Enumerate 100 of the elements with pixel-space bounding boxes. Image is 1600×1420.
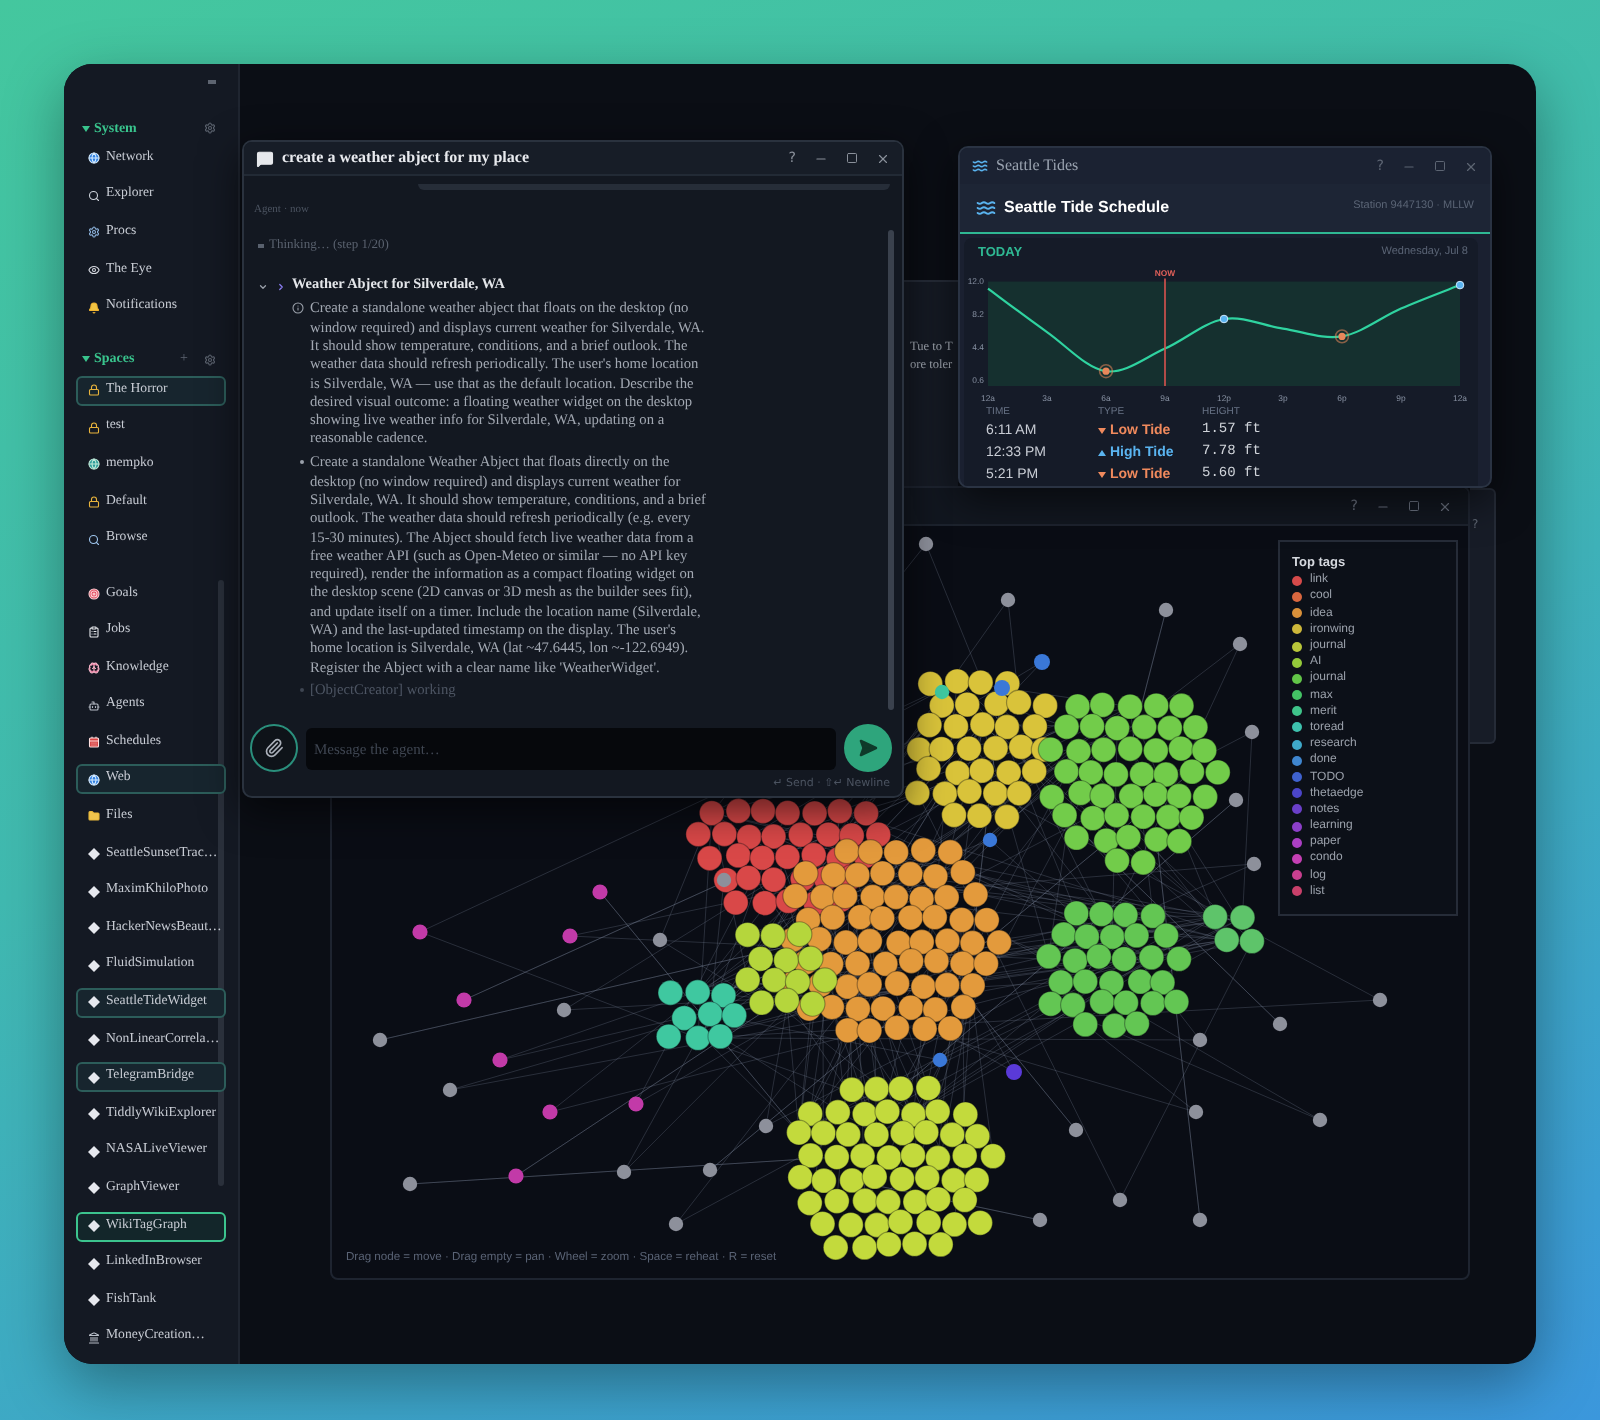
diamond-icon bbox=[88, 1220, 100, 1233]
down-triangle-icon bbox=[1098, 472, 1106, 478]
maximize-button[interactable] bbox=[1434, 160, 1446, 172]
graph-node bbox=[668, 1216, 684, 1232]
graph-node bbox=[1272, 1016, 1288, 1032]
graph-node bbox=[1068, 1122, 1084, 1138]
settings-icon bbox=[204, 122, 216, 134]
maximize-icon bbox=[1408, 500, 1420, 512]
window-title: create a weather abject for my place bbox=[282, 150, 530, 166]
chevron-icon bbox=[276, 281, 286, 291]
tide-heading: Seattle Tide Schedule bbox=[1004, 199, 1170, 216]
high-tide-marker bbox=[1455, 280, 1465, 290]
maximize-icon bbox=[1434, 160, 1446, 172]
maximize-button[interactable] bbox=[1408, 500, 1420, 512]
info-icon bbox=[292, 302, 304, 315]
graph-node bbox=[456, 992, 472, 1008]
brain-icon bbox=[88, 662, 100, 675]
target-icon bbox=[88, 587, 100, 600]
graph-node bbox=[934, 684, 950, 700]
scrollbar-thumb[interactable] bbox=[888, 230, 894, 710]
settings-icon bbox=[204, 353, 216, 366]
up-triangle-icon bbox=[1098, 450, 1106, 456]
graph-node bbox=[492, 1052, 508, 1068]
gear-icon bbox=[88, 226, 100, 239]
paperclip-icon bbox=[264, 738, 284, 758]
close-button[interactable] bbox=[876, 151, 890, 165]
maximize-button[interactable] bbox=[846, 152, 858, 164]
graph-node bbox=[1372, 992, 1388, 1008]
graph-node bbox=[542, 1104, 558, 1120]
graph-node bbox=[1112, 1192, 1128, 1208]
diamond-icon bbox=[88, 848, 100, 861]
globe-icon bbox=[88, 773, 100, 786]
maximize-icon bbox=[846, 152, 858, 164]
graph-node bbox=[628, 1096, 644, 1112]
graph-node bbox=[592, 884, 608, 900]
clipboard-icon bbox=[88, 625, 100, 638]
bank-icon bbox=[88, 1331, 100, 1344]
graph-node bbox=[442, 1082, 458, 1098]
graph-node bbox=[1192, 1212, 1208, 1228]
lock-icon bbox=[88, 384, 100, 397]
diamond-icon bbox=[88, 885, 100, 898]
high-tide-marker bbox=[1219, 314, 1229, 324]
close-icon bbox=[1438, 499, 1452, 513]
diamond-icon bbox=[88, 1034, 100, 1047]
search-icon bbox=[88, 533, 100, 546]
attach-button[interactable] bbox=[250, 724, 298, 772]
close-icon bbox=[876, 151, 890, 165]
low-tide-marker bbox=[1334, 329, 1350, 344]
graph-node bbox=[1158, 602, 1174, 618]
close-icon bbox=[1464, 159, 1478, 173]
window-title: Seattle Tides bbox=[996, 158, 1079, 174]
caret-icon[interactable] bbox=[258, 281, 268, 291]
diamond-icon bbox=[88, 922, 100, 935]
lock-icon bbox=[88, 496, 100, 509]
diamond-icon bbox=[88, 996, 100, 1009]
node-cluster bbox=[655, 979, 748, 1051]
close-button[interactable] bbox=[1438, 499, 1452, 513]
graph-node bbox=[1032, 1212, 1048, 1228]
graph-node bbox=[412, 924, 428, 940]
now-line bbox=[1164, 277, 1166, 387]
graph-node bbox=[616, 1164, 632, 1180]
graph-node bbox=[1000, 592, 1016, 608]
search-icon bbox=[88, 189, 100, 202]
graph-node bbox=[1006, 1064, 1022, 1080]
diamond-icon bbox=[88, 1257, 100, 1270]
send-icon bbox=[858, 738, 878, 758]
graph-node bbox=[652, 932, 668, 948]
globe-icon bbox=[88, 152, 100, 165]
wave-icon bbox=[972, 158, 988, 174]
graph-node bbox=[716, 872, 732, 888]
bullet-icon bbox=[258, 243, 263, 249]
bell-icon bbox=[88, 301, 100, 314]
node-cluster bbox=[1202, 903, 1265, 955]
graph-node bbox=[556, 1002, 572, 1018]
graph-node bbox=[918, 536, 934, 552]
graph-node bbox=[372, 1032, 388, 1048]
graph-node bbox=[1228, 792, 1244, 808]
graph-node bbox=[1246, 856, 1262, 872]
graph-node bbox=[1188, 1104, 1204, 1120]
low-tide-marker bbox=[1098, 364, 1114, 379]
send-button[interactable] bbox=[844, 724, 892, 772]
folder-icon bbox=[88, 810, 100, 823]
wave-icon bbox=[976, 197, 996, 218]
lock-icon bbox=[88, 421, 100, 434]
settings-button[interactable] bbox=[204, 353, 216, 366]
graph-node bbox=[982, 832, 998, 848]
graph-node bbox=[702, 1162, 718, 1178]
globe-icon bbox=[88, 458, 100, 471]
graph-node bbox=[1312, 1112, 1328, 1128]
diamond-icon bbox=[88, 1294, 100, 1307]
close-button[interactable] bbox=[1464, 159, 1478, 173]
graph-node bbox=[562, 928, 578, 944]
chat-bubble-icon bbox=[256, 149, 274, 167]
graph-node bbox=[1192, 1032, 1208, 1048]
eye-icon bbox=[88, 264, 100, 277]
settings-button[interactable] bbox=[204, 122, 216, 134]
diamond-icon bbox=[88, 1182, 100, 1195]
diamond-icon bbox=[88, 959, 100, 972]
graph-node bbox=[1232, 636, 1248, 652]
diamond-icon bbox=[88, 1145, 100, 1158]
